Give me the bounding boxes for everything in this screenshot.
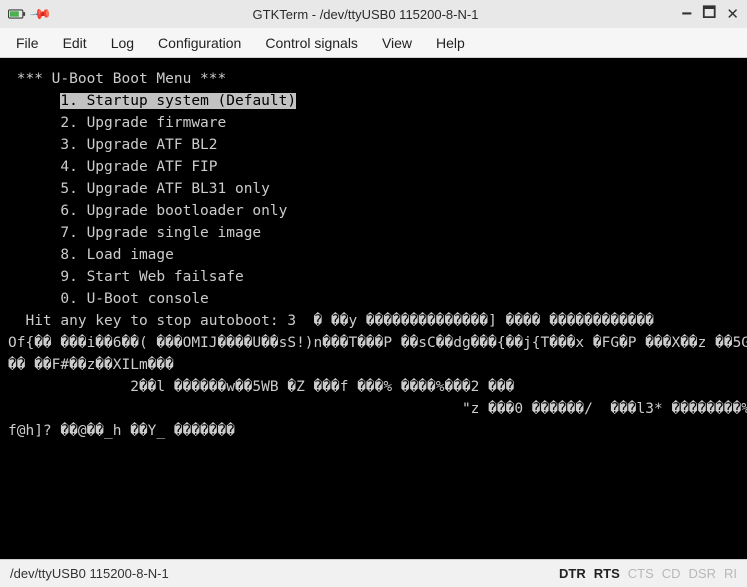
terminal-line: "z ���0 ������/ ���l3* ��������% [8, 398, 739, 420]
menu-view[interactable]: View [372, 31, 422, 55]
menu-file[interactable]: File [6, 31, 49, 55]
menu-edit[interactable]: Edit [53, 31, 97, 55]
terminal-line: 7. Upgrade single image [8, 222, 739, 244]
signal-dsr: DSR [689, 566, 716, 581]
terminal-line: f@h]? ��@��_h ��Y_ ������� [8, 420, 739, 442]
terminal-line: 4. Upgrade ATF FIP [8, 156, 739, 178]
statusbar: /dev/ttyUSB0 115200-8-N-1 DTR RTS CTS CD DSR… [0, 559, 747, 587]
terminal-output[interactable]: *** U-Boot Boot Menu *** 1. Startup syst… [0, 58, 747, 559]
menubar: File Edit Log Configuration Control sign… [0, 28, 747, 58]
signal-ri: RI [724, 566, 737, 581]
terminal-line: 5. Upgrade ATF BL31 only [8, 178, 739, 200]
terminal-line: 0. U-Boot console [8, 288, 739, 310]
maximize-button[interactable]: 🗖 [702, 2, 716, 27]
app-icon [8, 8, 26, 20]
menu-log[interactable]: Log [101, 31, 144, 55]
window-controls: 🗕 🗖 ✕ [682, 2, 739, 27]
terminal-line: 9. Start Web failsafe [8, 266, 739, 288]
signal-cd: CD [662, 566, 681, 581]
terminal-line: 8. Load image [8, 244, 739, 266]
status-signals: DTR RTS CTS CD DSR RI [551, 566, 737, 581]
terminal-line: 3. Upgrade ATF BL2 [8, 134, 739, 156]
titlebar-left-icons: 📌 [8, 6, 49, 23]
window-title: GTKTerm - /dev/ttyUSB0 115200-8-N-1 [49, 7, 681, 22]
signal-dtr: DTR [559, 566, 586, 581]
terminal-line: *** U-Boot Boot Menu *** [8, 68, 739, 90]
signal-cts: CTS [628, 566, 654, 581]
terminal-line: 2. Upgrade firmware [8, 112, 739, 134]
terminal-line: 2��l ������w��5WB �Z ���f ���% ����%���2… [8, 376, 739, 398]
signal-rts: RTS [594, 566, 620, 581]
terminal-line: �� ��F#��z��XILm��� [8, 354, 739, 376]
terminal-line: Hit any key to stop autoboot: 3 � ��y ��… [8, 310, 739, 332]
minimize-button[interactable]: 🗕 [682, 2, 693, 27]
menu-control-signals[interactable]: Control signals [255, 31, 368, 55]
boot-menu-item-selected: 1. Startup system (Default) [60, 93, 296, 109]
menu-help[interactable]: Help [426, 31, 475, 55]
close-button[interactable]: ✕ [726, 5, 739, 23]
terminal-line: 6. Upgrade bootloader only [8, 200, 739, 222]
terminal-line: 1. Startup system (Default) [8, 90, 739, 112]
menu-configuration[interactable]: Configuration [148, 31, 251, 55]
terminal-line: Of{�� ���i��6��( ���OMIJ����U��sS!)n���T… [8, 332, 739, 354]
status-device: /dev/ttyUSB0 115200-8-N-1 [10, 566, 169, 581]
titlebar: 📌 GTKTerm - /dev/ttyUSB0 115200-8-N-1 🗕 … [0, 0, 747, 28]
